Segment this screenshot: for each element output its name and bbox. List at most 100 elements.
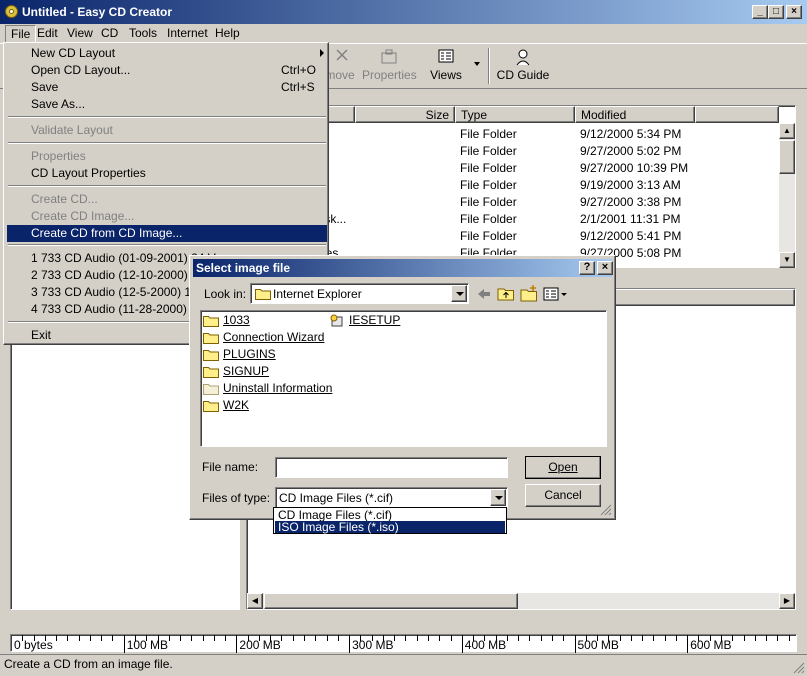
file-menu-item[interactable]: Save Ctrl+S [7,79,327,96]
views-dropdown-arrow-icon[interactable] [474,62,480,66]
dialog-close-button[interactable]: × [597,261,613,275]
row-modified[interactable]: 2/1/2001 11:31 PM [580,212,681,229]
ruler-minor-tick [427,635,429,641]
ruler-minor-tick [766,635,768,641]
ruler-minor-tick [67,635,69,641]
views-button[interactable]: Views [428,48,464,88]
vertical-scrollbar[interactable]: ▲ ▼ [779,123,795,268]
look-in-select[interactable]: Internet Explorer [250,283,469,304]
back-icon[interactable] [475,286,493,302]
new-folder-icon[interactable] [520,284,538,302]
row-modified[interactable]: 9/12/2000 5:41 PM [580,229,681,246]
toolbar-separator [488,48,490,84]
row-type[interactable]: File Folder [460,161,517,178]
file-menu-item[interactable]: CD Layout Properties [7,165,327,182]
menu-cd[interactable]: CD [96,25,123,41]
menu-edit[interactable]: Edit [32,25,63,41]
open-button[interactable]: Open [525,456,601,479]
menu-help[interactable]: Help [210,25,245,41]
ruler-major-tick [236,635,238,653]
file-menu-item[interactable]: Create CD from CD Image... [7,225,327,242]
ruler-minor-tick [56,635,58,641]
scroll-up-arrow-icon[interactable]: ▲ [779,123,795,139]
file-list-item[interactable]: 1033 [203,313,250,329]
row-modified[interactable]: 9/27/2000 10:39 PM [580,161,688,178]
ruler-label: 100 MB [126,638,169,652]
file-list-item[interactable]: SIGNUP [203,364,269,380]
look-in-dropdown-button[interactable] [451,285,467,302]
ruler-minor-tick [518,635,520,641]
column-header-modified[interactable]: Modified [575,106,695,123]
row-modified[interactable]: 9/12/2000 5:34 PM [580,127,681,144]
file-menu-item[interactable]: Save As... [7,96,327,113]
hscroll-thumb[interactable] [264,593,518,609]
help-button[interactable]: ? [579,261,595,275]
file-list-item[interactable]: Connection Wizard [203,330,324,346]
menu-item-label: Create CD... [31,192,98,206]
type-option-iso[interactable]: ISO Image Files (*.iso) [275,521,505,533]
menu-view[interactable]: View [62,25,98,41]
row-type[interactable]: File Folder [460,212,517,229]
view-menu-icon[interactable] [543,286,569,302]
ruler-minor-tick [304,635,306,641]
ruler-label: 300 MB [352,638,394,652]
up-one-level-icon[interactable] [497,285,515,302]
ruler-minor-tick [281,635,283,641]
column-header-type[interactable]: Type [455,106,575,123]
row-type[interactable]: File Folder [460,195,517,212]
horizontal-scrollbar[interactable]: ◀ ▶ [247,593,795,609]
column-header-size[interactable]: Size [355,106,455,123]
file-list-item[interactable]: Uninstall Information [203,381,332,397]
title-bar[interactable]: Untitled - Easy CD Creator _ □ × [0,0,807,24]
dialog-file-list[interactable]: 1033 Connection Wizard PLUGINS SIGNUP Uninst… [200,310,607,447]
submenu-arrow-icon [320,49,324,57]
dialog-title-bar[interactable]: Select image file ? × [193,259,613,277]
file-list-item[interactable]: W2K [203,398,249,414]
row-type[interactable]: File Folder [460,127,517,144]
size-grip-icon[interactable] [793,662,805,674]
cd-guide-button[interactable]: CD Guide [496,48,550,88]
files-of-type-select[interactable]: CD Image Files (*.cif) [275,487,508,508]
dialog-size-grip-icon[interactable] [600,504,612,516]
file-menu-item[interactable]: Create CD... [7,191,327,208]
menu-item-label: Save As... [31,97,86,111]
properties-button[interactable]: Properties [362,48,417,88]
file-list-item[interactable]: IESETUP [329,313,400,329]
column-header-blank[interactable] [695,106,779,123]
file-menu-item[interactable]: Validate Layout [7,122,327,139]
ruler-minor-tick [788,635,790,641]
ruler-minor-tick [698,635,700,641]
row-modified[interactable]: 9/27/2000 3:38 PM [580,195,681,212]
menu-internet[interactable]: Internet [162,25,213,41]
ruler-minor-tick [777,635,779,641]
menu-item-label: Create CD from CD Image... [31,226,183,240]
files-of-type-dropdown-button[interactable] [490,489,506,506]
ruler-minor-tick [551,635,553,641]
file-menu-item[interactable]: Properties [7,148,327,165]
row-modified[interactable]: 9/19/2000 3:13 AM [580,178,681,195]
row-type[interactable]: File Folder [460,178,517,195]
close-button[interactable]: × [786,5,802,19]
ruler-minor-tick [619,635,621,641]
minimize-button[interactable]: _ [752,5,768,19]
scroll-left-arrow-icon[interactable]: ◀ [247,593,263,609]
row-type[interactable]: File Folder [460,144,517,161]
ruler-minor-tick [202,635,204,641]
cancel-button[interactable]: Cancel [525,484,601,507]
file-menu-item[interactable]: Open CD Layout... Ctrl+O [7,62,327,79]
scroll-right-arrow-icon[interactable]: ▶ [779,593,795,609]
maximize-button[interactable]: □ [768,5,784,19]
ruler-minor-tick [157,635,159,641]
scroll-down-arrow-icon[interactable]: ▼ [779,252,795,268]
ruler-minor-tick [563,635,565,641]
menu-tools[interactable]: Tools [124,25,162,41]
file-list-item-label: PLUGINS [223,347,276,361]
row-type[interactable]: File Folder [460,229,517,246]
file-menu-item[interactable]: Create CD Image... [7,208,327,225]
row-modified[interactable]: 9/27/2000 5:02 PM [580,144,681,161]
file-name-input[interactable] [275,457,508,478]
select-image-file-dialog: Select image file ? × Look in: Internet … [189,255,616,520]
file-list-item[interactable]: PLUGINS [203,347,276,363]
file-menu-item[interactable]: New CD Layout [7,45,327,62]
scroll-thumb[interactable] [779,140,795,174]
